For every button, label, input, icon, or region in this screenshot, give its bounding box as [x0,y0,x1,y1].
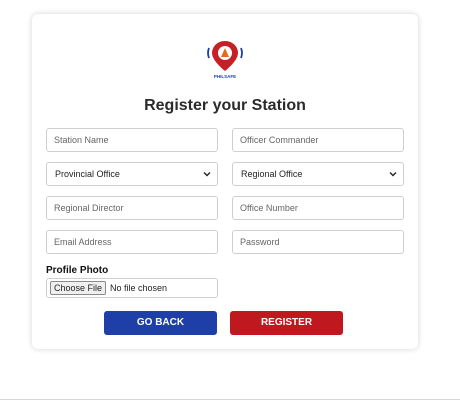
choose-file-button[interactable]: Choose File [50,281,107,295]
philsafe-logo: PHILSAFE [207,41,243,79]
station-name-input[interactable] [46,128,218,152]
officer-commander-input[interactable] [232,128,404,152]
office-number-input[interactable] [232,196,404,220]
page-title: Register your Station [144,97,306,114]
register-card: PHILSAFE Register your Station Provincia… [32,14,418,349]
email-input[interactable] [46,230,218,254]
provincial-office-select[interactable]: Provincial Office [46,162,218,186]
logo-text: PHILSAFE [214,74,236,79]
profile-photo-label: Profile Photo [46,265,109,276]
provincial-office-selected: Provincial Office [55,169,120,179]
register-button[interactable]: REGISTER [230,311,343,335]
regional-director-input[interactable] [46,196,218,220]
no-file-text: No file chosen [110,283,168,293]
profile-photo-file-input: Choose File No file chosen [46,278,218,298]
chevron-down-icon [389,172,397,177]
go-back-button[interactable]: GO BACK [104,311,217,335]
regional-office-selected: Regional Office [241,169,303,179]
password-input[interactable] [232,230,404,254]
chevron-down-icon [203,172,211,177]
regional-office-select[interactable]: Regional Office [232,162,404,186]
divider [0,399,460,400]
